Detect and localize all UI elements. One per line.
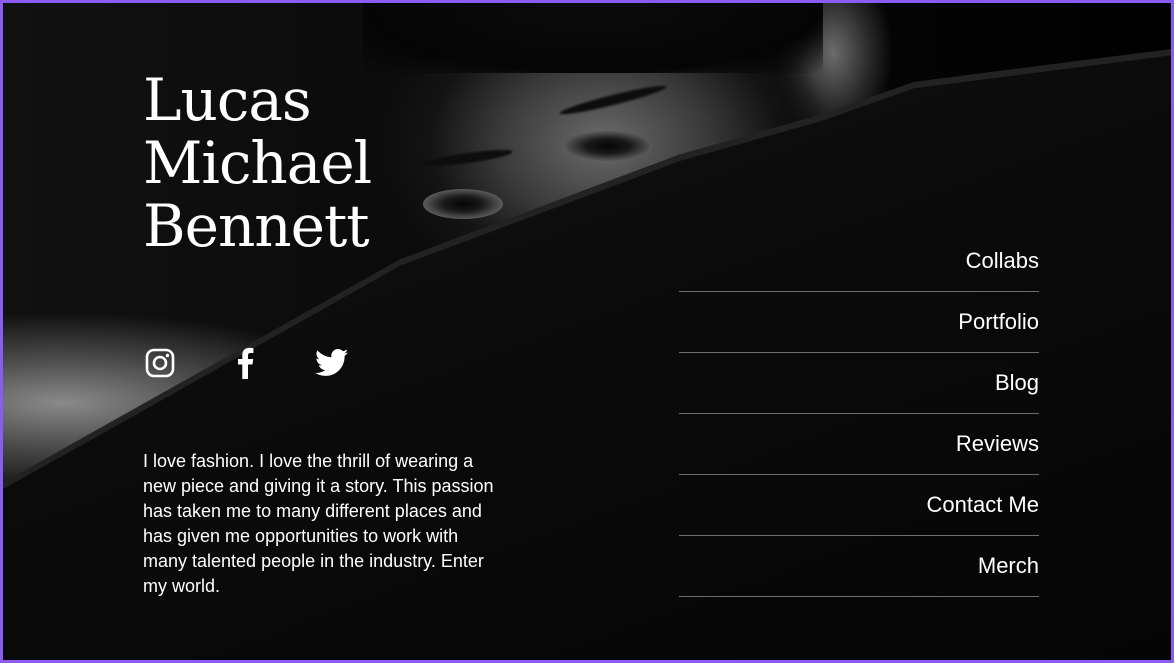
profile-name-line: Bennett xyxy=(143,192,370,260)
hero-photo-left-brow xyxy=(422,146,514,170)
nav-item-reviews[interactable]: Reviews xyxy=(679,414,1039,475)
instagram-icon[interactable] xyxy=(143,346,177,380)
nav-item-contact-me[interactable]: Contact Me xyxy=(679,475,1039,536)
profile-name-line: Lucas xyxy=(143,66,312,134)
hero-photo-right-brow xyxy=(558,81,668,119)
social-links xyxy=(143,346,349,380)
profile-bio: I love fashion. I love the thrill of wea… xyxy=(143,451,494,596)
nav-item-collabs[interactable]: Collabs xyxy=(679,231,1039,292)
nav-item-merch[interactable]: Merch xyxy=(679,536,1039,597)
nav-item-blog[interactable]: Blog xyxy=(679,353,1039,414)
facebook-icon[interactable] xyxy=(229,346,263,380)
profile-name: Lucas Michael Bennett xyxy=(143,66,372,260)
hero-photo-right-eye xyxy=(563,131,653,161)
twitter-icon[interactable] xyxy=(315,346,349,380)
hero-photo-left-eye xyxy=(423,189,503,219)
main-nav: Collabs Portfolio Blog Reviews Contact M… xyxy=(679,231,1039,597)
profile-name-line: Michael xyxy=(143,129,372,197)
page-frame: Lucas Michael Bennett I love fashion. I … xyxy=(0,0,1174,663)
nav-item-portfolio[interactable]: Portfolio xyxy=(679,292,1039,353)
hero-photo-hair xyxy=(363,3,823,73)
